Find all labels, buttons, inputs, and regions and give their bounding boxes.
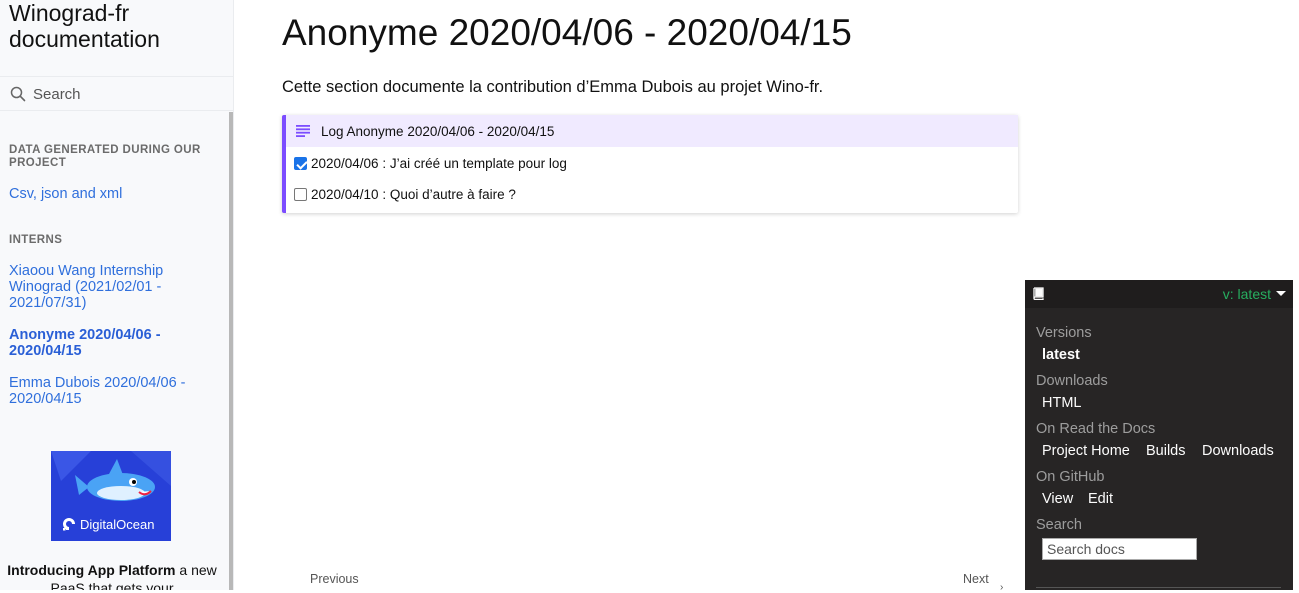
download-html-link[interactable]: HTML [1042, 395, 1081, 411]
downloads-label: Downloads [1036, 373, 1108, 389]
digitalocean-icon [63, 518, 75, 531]
task-text: 2020/04/06 : J’ai créé un template pour … [311, 156, 567, 171]
ad-headline-bold: Introducing App Platform [7, 562, 176, 578]
version-latest-link[interactable]: latest [1042, 347, 1080, 363]
builds-link[interactable]: Builds [1146, 443, 1186, 459]
task-checkbox-unchecked[interactable] [294, 188, 307, 201]
rtd-search-label: Search [1036, 517, 1082, 533]
sidebar-caption-interns: INTERNS [9, 234, 63, 246]
on-rtd-label: On Read the Docs [1036, 421, 1156, 437]
github-edit-link[interactable]: Edit [1088, 491, 1113, 507]
sidebar-caption-data: DATA GENERATED DURING OUR PROJECT [9, 144, 201, 169]
github-view-link[interactable]: View [1042, 491, 1073, 507]
task-item: 2020/04/10 : Quoi d’autre à faire ? [294, 187, 516, 202]
digitalocean-logo: DigitalOcean [61, 516, 154, 532]
task-checkbox-checked[interactable] [294, 157, 307, 170]
sidebar: Winograd-fr documentation DATA GENERATED… [0, 0, 234, 590]
rtd-downloads-link[interactable]: Downloads [1202, 443, 1274, 459]
rtd-search-input[interactable] [1042, 538, 1197, 560]
github-label: On GitHub [1036, 469, 1105, 485]
admonition-title: Log Anonyme 2020/04/06 - 2020/04/15 [286, 115, 1018, 147]
chevron-right-icon: › [1000, 582, 1004, 593]
next-page-link[interactable]: Next [963, 572, 989, 586]
sidebar-search [0, 76, 233, 111]
intro-paragraph: Cette section documente la contribution … [282, 78, 824, 96]
sidebar-item-xiaoou-wang[interactable]: Xiaoou Wang Internship Winograd (2021/02… [9, 263, 214, 311]
task-item: 2020/04/06 : J’ai créé un template pour … [294, 156, 567, 171]
divider [1036, 587, 1281, 588]
search-icon [10, 86, 26, 102]
sidebar-item-emma-dubois[interactable]: Emma Dubois 2020/04/06 - 2020/04/15 [9, 375, 214, 407]
admonition-title-text: Log Anonyme 2020/04/06 - 2020/04/15 [321, 123, 555, 139]
rtd-flyout-header[interactable]: v: latest [1025, 280, 1293, 308]
sidebar-scrollbar[interactable] [229, 112, 233, 590]
versions-label: Versions [1036, 325, 1092, 341]
log-admonition: Log Anonyme 2020/04/06 - 2020/04/15 2020… [282, 115, 1018, 213]
task-text: 2020/04/10 : Quoi d’autre à faire ? [311, 187, 516, 202]
sponsor-ad-text[interactable]: Introducing App Platform a new PaaS that… [0, 561, 224, 590]
sidebar-item-anonyme[interactable]: Anonyme 2020/04/06 - 2020/04/15 [9, 327, 214, 359]
rtd-versions-flyout: v: latest Versions latest Downloads HTML… [1025, 280, 1293, 590]
caret-down-icon [1276, 291, 1286, 296]
current-version-label: v: latest [1222, 286, 1271, 302]
sponsor-ad-image[interactable]: DigitalOcean [51, 451, 171, 541]
sidebar-item-csv-json-xml[interactable]: Csv, json and xml [9, 186, 214, 202]
book-icon [1033, 287, 1044, 300]
digitalocean-wordmark: DigitalOcean [80, 516, 155, 532]
site-title[interactable]: Winograd-fr documentation [9, 0, 219, 52]
list-icon [296, 125, 310, 137]
page-title: Anonyme 2020/04/06 - 2020/04/15 [282, 12, 852, 53]
search-input[interactable] [33, 83, 223, 105]
project-home-link[interactable]: Project Home [1042, 443, 1130, 459]
previous-page-link[interactable]: Previous [310, 572, 359, 586]
